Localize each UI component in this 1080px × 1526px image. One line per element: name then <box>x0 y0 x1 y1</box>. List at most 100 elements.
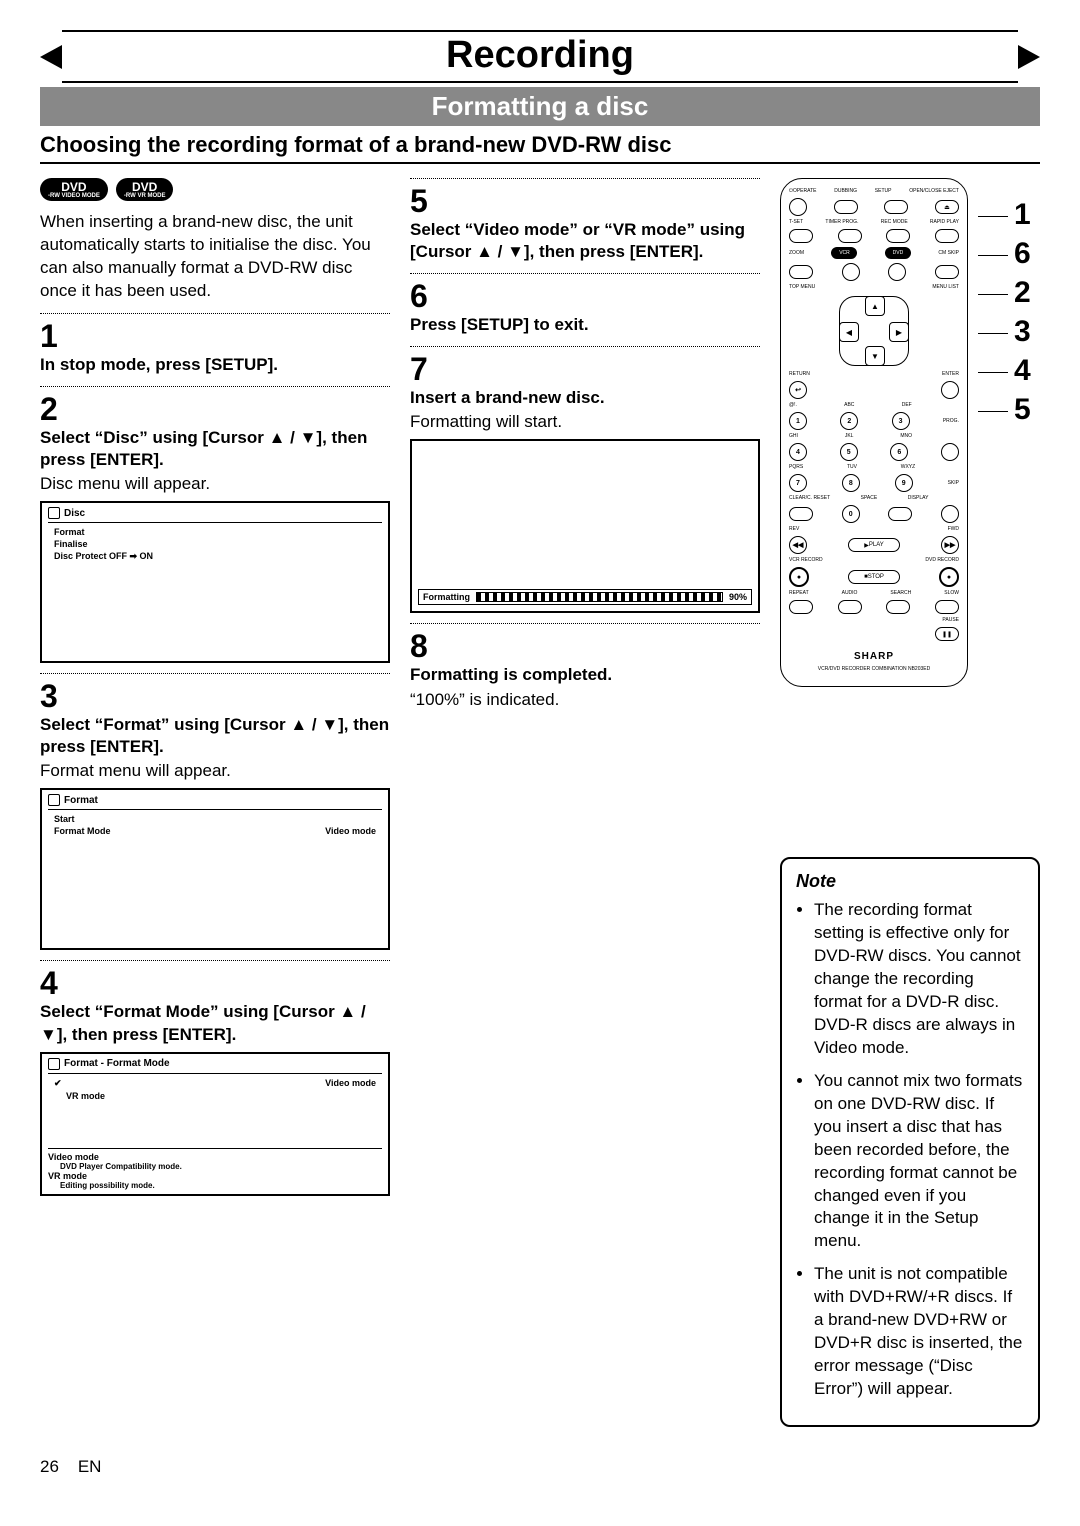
key-label: DISPLAY <box>908 496 929 501</box>
operate-button <box>789 198 807 216</box>
num-key: 1 <box>789 412 807 430</box>
disc-icon <box>48 507 60 519</box>
menu-item: VR mode <box>48 1090 382 1102</box>
badge-sub: -RW VIDEO MODE <box>48 193 100 199</box>
step-number: 4 <box>40 967 390 999</box>
media-badges: DVD -RW VIDEO MODE DVD -RW VR MODE <box>40 178 390 201</box>
note-item: You cannot mix two formats on one DVD-RW… <box>814 1070 1024 1254</box>
intro-text: When inserting a brand-new disc, the uni… <box>40 211 390 303</box>
num-key: 2 <box>840 412 858 430</box>
play-button: ▶ PLAY <box>848 538 900 552</box>
dubbing-button <box>834 200 858 214</box>
menu-item: Format <box>48 526 382 538</box>
remote-key <box>886 229 910 243</box>
key-label: JKL <box>845 434 854 439</box>
key-label: MNO <box>900 434 912 439</box>
pause-button: ❚❚ <box>935 627 959 641</box>
setup-button <box>884 200 908 214</box>
badge-sub: -RW VR MODE <box>124 193 166 199</box>
page-number: 26 <box>40 1457 59 1476</box>
num-key: 9 <box>895 474 913 492</box>
remote-label: SLOW <box>944 591 959 596</box>
remote-label: ENTER <box>942 372 959 377</box>
num-key: 5 <box>840 443 858 461</box>
hint-text: Editing possibility mode. <box>48 1181 382 1190</box>
header-line: Recording <box>40 30 1040 83</box>
step-instruction: Press [SETUP] to exit. <box>410 314 760 336</box>
key-label: CLEAR/C. RESET <box>789 496 830 501</box>
remote-callouts: 1 6 2 3 4 5 <box>1014 178 1031 687</box>
screen-title: Disc <box>64 508 85 519</box>
step-instruction: Select “Video mode” or “VR mode” using [… <box>410 219 760 263</box>
stop-label: STOP <box>868 574 884 580</box>
remote-key <box>842 263 860 281</box>
note-item: The recording format setting is effectiv… <box>814 899 1024 1060</box>
page-lang: EN <box>78 1457 102 1476</box>
screen-disc-menu: Disc Format Finalise Disc Protect OFF ➡ … <box>40 501 390 663</box>
divider <box>410 623 760 624</box>
remote-label: PAUSE <box>942 618 959 623</box>
dvd-pill: DVD <box>885 247 911 259</box>
cursor-up-icon: ▲ <box>865 296 885 316</box>
dpad: ▲ ▼ ◀ ▶ <box>839 296 909 366</box>
disc-icon <box>48 1058 60 1070</box>
arrow-left-icon <box>40 45 62 69</box>
cell: Video mode <box>325 826 376 836</box>
remote-label: TOP MENU <box>789 285 815 290</box>
hint-label: VR mode <box>48 1171 382 1181</box>
divider <box>40 386 390 387</box>
remote-key <box>789 600 813 614</box>
step-result: Format menu will appear. <box>40 760 390 782</box>
remote-label: PROG. <box>943 419 959 424</box>
dvd-record-button: ● <box>939 567 959 587</box>
brand-label: SHARP <box>854 651 894 662</box>
subsection-heading: Choosing the recording format of a brand… <box>40 132 1040 164</box>
remote-label: FWD <box>948 527 959 532</box>
num-key: 0 <box>842 505 860 523</box>
remote-key <box>941 443 959 461</box>
remote-label: RETURN <box>789 372 810 377</box>
cell: Start <box>54 814 75 824</box>
step-number: 6 <box>410 280 760 312</box>
remote-key <box>838 600 862 614</box>
key-label: TUV <box>847 465 857 470</box>
badge-text: DVD <box>132 181 157 193</box>
remote-key <box>888 507 912 521</box>
remote-label: REPEAT <box>789 591 809 596</box>
menu-item: Finalise <box>48 538 382 550</box>
remote-label: T-SET <box>789 220 803 225</box>
remote-key <box>941 505 959 523</box>
remote-label: ⏻OPERATE <box>789 189 816 194</box>
step-instruction: Formatting is completed. <box>410 664 760 686</box>
fwd-button: ▶▶ <box>941 536 959 554</box>
section-band: Formatting a disc <box>40 87 1040 126</box>
remote-label: MENU LIST <box>932 285 959 290</box>
screen-formatting-progress: Formatting 90% <box>410 439 760 613</box>
num-key: 8 <box>842 474 860 492</box>
screen-title: Format <box>64 795 98 806</box>
page-title: Recording <box>62 30 1018 83</box>
step-instruction: Insert a brand-new disc. <box>410 387 760 409</box>
num-key: 3 <box>892 412 910 430</box>
remote-label: VCR RECORD <box>789 558 823 563</box>
callout: 2 <box>1014 276 1031 309</box>
stop-button: ■ STOP <box>848 570 900 584</box>
remote-label: REV <box>789 527 799 532</box>
remote-label: REC MODE <box>881 220 908 225</box>
step-result: Formatting will start. <box>410 411 760 433</box>
menu-item: Video mode <box>48 1077 382 1090</box>
remote-control-illustration: ⏻OPERATE DUBBING SETUP OPEN/CLOSE EJECT … <box>780 178 968 687</box>
num-key: 6 <box>890 443 908 461</box>
remote-label: DUBBING <box>834 189 857 194</box>
menu-item: Start <box>48 813 382 825</box>
key-label: SPACE <box>861 496 878 501</box>
menu-item: Disc Protect OFF ➡ ON <box>48 550 382 563</box>
key-label: @!. <box>789 403 797 408</box>
screen-format-menu: Format Start Format ModeVideo mode <box>40 788 390 950</box>
divider <box>410 178 760 179</box>
model-label: VCR/DVD RECORDER COMBINATION NB203ED <box>818 666 930 672</box>
page-footer: 26 EN <box>40 1457 1040 1477</box>
progress-label: Formatting <box>423 592 470 602</box>
remote-key <box>886 600 910 614</box>
note-item: The unit is not compatible with DVD+RW/+… <box>814 1263 1024 1401</box>
